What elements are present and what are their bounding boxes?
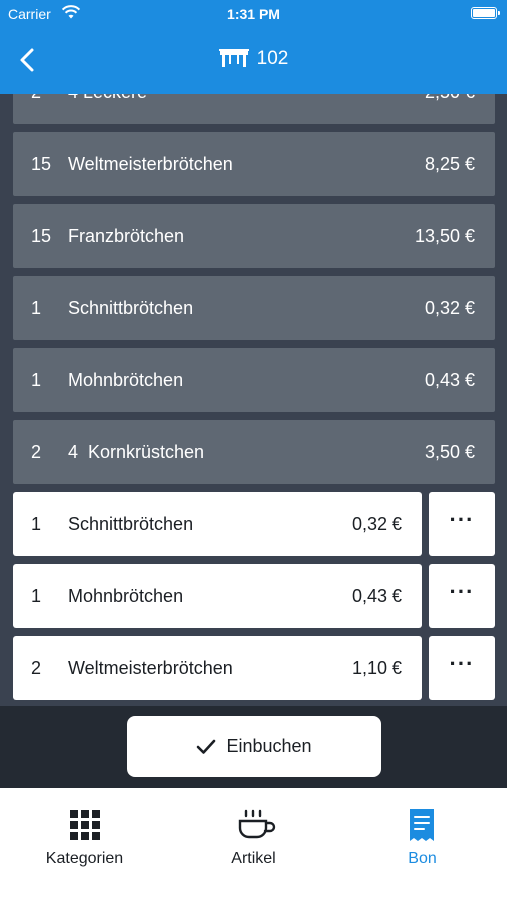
receipt-icon: [410, 809, 434, 841]
item-quantity: 2: [31, 94, 41, 124]
item-price: 0,32 €: [351, 514, 402, 534]
table-number: 102: [256, 48, 289, 69]
booked-item-row[interactable]: 15 Franzbrötchen 13,50 €: [13, 204, 495, 268]
booked-item-row[interactable]: 2 4 Leckere 2,50 €: [13, 94, 495, 124]
item-price: 8,25 €: [424, 154, 475, 174]
item-price: 13,50 €: [414, 226, 475, 246]
status-bar: Carrier 1:31 PM: [0, 0, 507, 28]
tab-label: Artikel: [231, 850, 276, 867]
item-name: Franzbrötchen: [68, 226, 185, 246]
item-quantity: 1: [31, 514, 42, 534]
item-name: 4 Kornkrüstchen: [68, 442, 205, 462]
item-name: 4 Leckere: [68, 94, 147, 124]
pending-item-row[interactable]: 1 Schnittbrötchen 0,32 €: [13, 492, 422, 556]
battery-icon: [471, 7, 500, 19]
action-bar: Einbuchen: [0, 706, 507, 788]
tab-bon[interactable]: Bon: [338, 788, 507, 900]
item-quantity: 1: [31, 298, 42, 318]
tab-bar: Kategorien Artikel Bon: [0, 788, 507, 900]
item-name: Mohnbrötchen: [68, 370, 184, 390]
book-button-label: Einbuchen: [226, 736, 312, 756]
tab-label: Bon: [408, 850, 437, 867]
booked-item-row[interactable]: 2 4 Kornkrüstchen 3,50 €: [13, 420, 495, 484]
item-name: Mohnbrötchen: [68, 586, 184, 606]
status-time: 1:31 PM: [227, 6, 280, 22]
tab-kategorien[interactable]: Kategorien: [0, 788, 169, 900]
booked-item-row[interactable]: 1 Schnittbrötchen 0,32 €: [13, 276, 495, 340]
pending-item-row[interactable]: 1 Mohnbrötchen 0,43 €: [13, 564, 422, 628]
nav-title-group: 102: [0, 48, 507, 70]
item-price: 0,43 €: [351, 586, 402, 606]
item-name: Weltmeisterbrötchen: [68, 658, 233, 678]
table-icon: [218, 49, 249, 67]
booked-item-row[interactable]: 15 Weltmeisterbrötchen 8,25 €: [13, 132, 495, 196]
pending-item-row[interactable]: 2 Weltmeisterbrötchen 1,10 €: [13, 636, 422, 700]
item-quantity: 1: [31, 586, 42, 606]
item-price: 0,43 €: [424, 370, 475, 390]
item-quantity: 2: [31, 658, 42, 678]
item-quantity: 15: [31, 226, 52, 246]
booked-item-row[interactable]: 1 Mohnbrötchen 0,43 €: [13, 348, 495, 412]
receipt-list[interactable]: 2 4 Leckere 2,50 € 15 Weltmeisterbrötche…: [0, 94, 507, 706]
item-price: 1,10 €: [351, 658, 402, 678]
item-price: 0,32 €: [424, 298, 475, 318]
tab-artikel[interactable]: Artikel: [169, 788, 338, 900]
checkmark-icon: [197, 739, 216, 754]
nav-bar: 102: [0, 28, 507, 94]
item-price: 2,50 €: [425, 94, 475, 124]
item-quantity: 15: [31, 154, 52, 174]
item-name: Schnittbrötchen: [68, 514, 194, 534]
item-price: 3,50 €: [424, 442, 475, 462]
coffee-cup-icon: [238, 809, 276, 839]
item-name: Weltmeisterbrötchen: [68, 154, 233, 174]
item-quantity: 1: [31, 370, 42, 390]
item-quantity: 2: [31, 442, 42, 462]
item-more-button[interactable]: ···: [429, 492, 495, 556]
grid-icon: [70, 810, 100, 840]
item-more-button[interactable]: ···: [429, 564, 495, 628]
item-name: Schnittbrötchen: [68, 298, 194, 318]
tab-label: Kategorien: [45, 850, 124, 867]
item-more-button[interactable]: ···: [429, 636, 495, 700]
book-button[interactable]: Einbuchen: [127, 716, 381, 777]
